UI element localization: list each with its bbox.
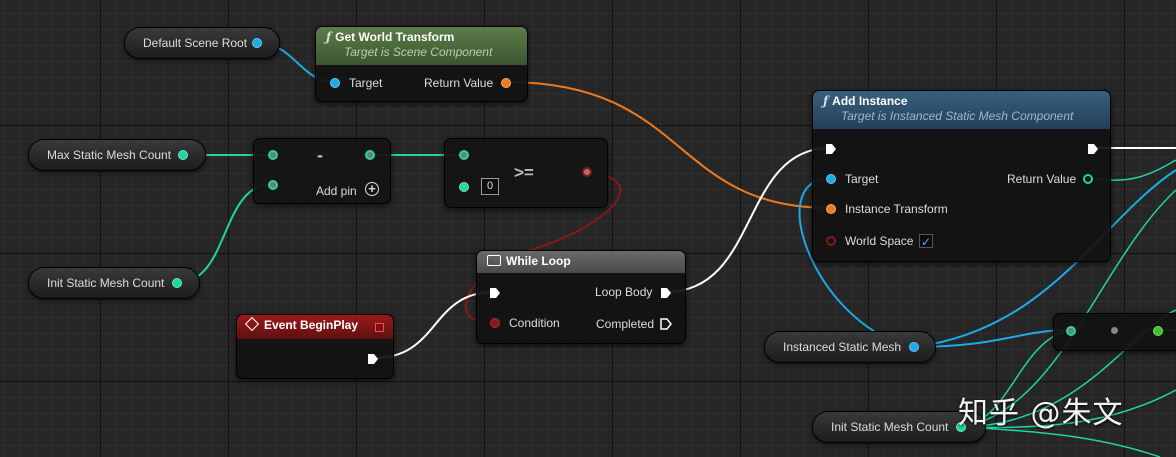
function-icon: ƒ bbox=[326, 30, 332, 44]
add-instance-world-space-pin[interactable] bbox=[826, 236, 836, 246]
event-begin-play-title: Event BeginPlay bbox=[264, 318, 359, 332]
function-icon: ƒ bbox=[823, 94, 829, 108]
get-world-transform-header: ƒ Get World Transform Target is Scene Com… bbox=[316, 27, 527, 65]
offscreen-node-input-pin[interactable] bbox=[1066, 326, 1076, 336]
while-loop-completed-label: Completed bbox=[596, 317, 655, 331]
world-space-checkbox[interactable]: ✓ bbox=[919, 234, 933, 249]
event-begin-play-exec-out-pin[interactable] bbox=[367, 353, 379, 365]
compare-input-a-pin[interactable] bbox=[459, 150, 469, 160]
offscreen-node[interactable] bbox=[1053, 313, 1176, 351]
compare-input-b-pin[interactable] bbox=[459, 182, 469, 192]
while-loop-body-label: Loop Body bbox=[595, 285, 653, 299]
offscreen-node-output-pin[interactable] bbox=[1153, 326, 1163, 336]
while-loop-condition-label: Condition bbox=[509, 316, 560, 330]
while-loop-header: While Loop bbox=[477, 251, 685, 273]
add-instance-subtitle: Target is Instanced Static Mesh Componen… bbox=[841, 109, 1074, 123]
max-static-mesh-count-label: Max Static Mesh Count bbox=[47, 148, 172, 162]
add-instance-header: ƒ Add Instance Target is Instanced Static… bbox=[813, 91, 1110, 129]
get-world-transform-target-label: Target bbox=[349, 76, 383, 90]
init-static-mesh-count-2-label: Init Static Mesh Count bbox=[831, 420, 949, 434]
add-pin-label[interactable]: Add pin bbox=[316, 184, 357, 198]
get-world-transform-subtitle: Target is Scene Component bbox=[344, 45, 493, 59]
add-instance-transform-label: Instance Transform bbox=[845, 202, 948, 216]
while-loop-completed-pin[interactable] bbox=[660, 318, 672, 330]
max-static-mesh-count-node[interactable]: Max Static Mesh Count bbox=[28, 139, 206, 171]
loop-icon bbox=[487, 255, 501, 266]
compare-output-pin[interactable] bbox=[582, 167, 592, 177]
init-static-mesh-count-output-pin[interactable] bbox=[172, 278, 182, 288]
add-instance-world-space-label: World Space bbox=[845, 234, 914, 248]
watermark-text: 知乎 @朱文 bbox=[958, 396, 1124, 431]
subtract-node[interactable]: - Add pin + bbox=[253, 138, 391, 204]
add-instance-transform-pin[interactable] bbox=[826, 204, 836, 214]
event-icon bbox=[244, 316, 260, 332]
while-loop-node[interactable]: While Loop Loop Body Condition Completed bbox=[476, 250, 686, 344]
instanced-static-mesh-output-pin[interactable] bbox=[909, 342, 919, 352]
add-instance-target-label: Target bbox=[845, 172, 879, 186]
instanced-static-mesh-node[interactable]: Instanced Static Mesh bbox=[764, 331, 936, 363]
while-loop-title: While Loop bbox=[506, 254, 571, 268]
max-static-mesh-count-output-pin[interactable] bbox=[178, 150, 188, 160]
get-world-transform-return-pin[interactable] bbox=[501, 78, 511, 88]
event-begin-play-header: Event BeginPlay bbox=[237, 315, 393, 339]
default-scene-root-node[interactable]: Default Scene Root bbox=[124, 27, 280, 59]
add-instance-return-pin[interactable] bbox=[1083, 174, 1093, 184]
subtract-symbol: - bbox=[317, 145, 323, 165]
compare-node[interactable]: 0 >= bbox=[444, 138, 608, 208]
offscreen-node-mid-dot bbox=[1111, 327, 1118, 334]
default-scene-root-output-pin[interactable] bbox=[252, 38, 262, 48]
add-instance-return-label: Return Value bbox=[1007, 172, 1077, 186]
subtract-input-a-pin[interactable] bbox=[268, 150, 278, 160]
get-world-transform-target-pin[interactable] bbox=[330, 78, 340, 88]
event-delegate-pin[interactable] bbox=[375, 323, 384, 332]
event-begin-play-node[interactable]: Event BeginPlay bbox=[236, 314, 394, 379]
while-loop-condition-pin[interactable] bbox=[490, 318, 500, 328]
default-scene-root-label: Default Scene Root bbox=[143, 36, 248, 50]
init-static-mesh-count-node[interactable]: Init Static Mesh Count bbox=[28, 267, 200, 299]
while-loop-exec-in-pin[interactable] bbox=[489, 287, 501, 299]
get-world-transform-title: Get World Transform bbox=[335, 30, 455, 44]
subtract-output-pin[interactable] bbox=[365, 150, 375, 160]
init-static-mesh-count-label: Init Static Mesh Count bbox=[47, 276, 165, 290]
add-instance-exec-out-pin[interactable] bbox=[1087, 143, 1099, 155]
add-instance-exec-in-pin[interactable] bbox=[825, 143, 837, 155]
plus-circle-icon[interactable]: + bbox=[365, 182, 379, 196]
add-instance-target-pin[interactable] bbox=[826, 174, 836, 184]
while-loop-body-pin[interactable] bbox=[660, 287, 672, 299]
compare-literal-input[interactable]: 0 bbox=[481, 178, 499, 195]
instanced-static-mesh-label: Instanced Static Mesh bbox=[783, 340, 902, 354]
get-world-transform-return-label: Return Value bbox=[424, 76, 494, 90]
add-instance-title: Add Instance bbox=[832, 94, 908, 108]
add-instance-node[interactable]: ƒ Add Instance Target is Instanced Static… bbox=[812, 90, 1111, 262]
get-world-transform-node[interactable]: ƒ Get World Transform Target is Scene Com… bbox=[315, 26, 528, 102]
compare-symbol: >= bbox=[514, 163, 534, 182]
subtract-input-b-pin[interactable] bbox=[268, 180, 278, 190]
